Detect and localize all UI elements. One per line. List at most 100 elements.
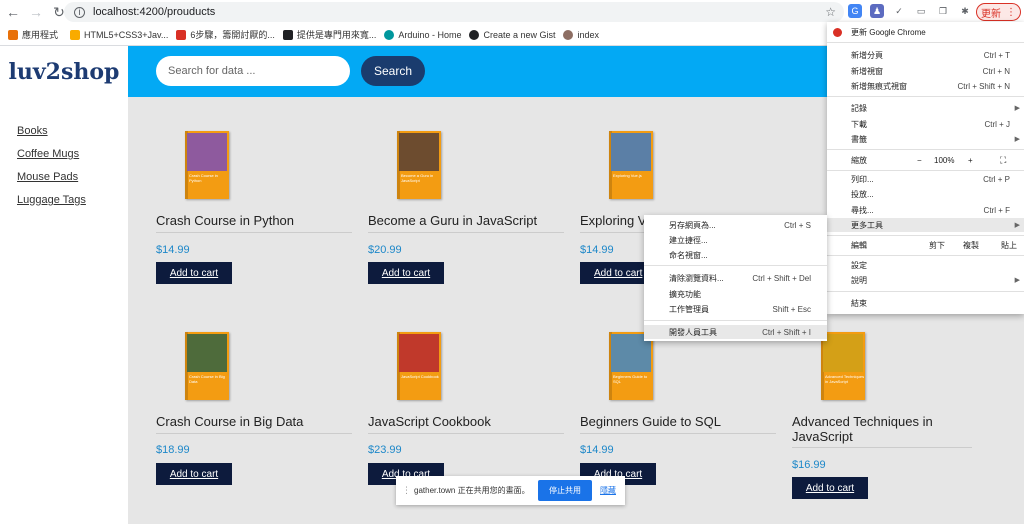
zoom-out-button[interactable]: − (917, 156, 922, 165)
share-status-text: gather.town 正在共用您的畫面。 (414, 486, 530, 495)
address-bar[interactable]: i localhost:4200/prouducts ☆ (64, 2, 844, 22)
menu-item-print[interactable]: 列印... Ctrl + P (827, 172, 1024, 186)
add-to-cart-button[interactable]: Add to cart (580, 262, 644, 284)
bookmark-gist[interactable]: Create a new Gist (469, 29, 555, 40)
product-title[interactable]: Crash Course in Big Data (156, 414, 352, 429)
edit-copy-button[interactable]: 複製 (963, 240, 979, 251)
copy-icon[interactable]: ❐ (936, 4, 950, 18)
menu-item-find[interactable]: 尋找... Ctrl + F (827, 203, 1024, 217)
check-icon[interactable]: ✓ (892, 4, 906, 18)
site-icon (176, 29, 187, 40)
submenu-item-clear-data[interactable]: 清除瀏覽資料... Ctrl + Shift + Del (644, 271, 827, 285)
chevron-right-icon: ▶ (1014, 277, 1020, 284)
menu-item-settings[interactable]: 設定 (827, 258, 1024, 272)
book-cover[interactable]: Beginners Guide to SQL (609, 332, 653, 400)
add-to-cart-button[interactable]: Add to cart (156, 463, 232, 485)
hide-link[interactable]: 隱藏 (600, 485, 616, 496)
more-vert-icon: ⋮ (1006, 6, 1016, 18)
search-input[interactable] (156, 56, 350, 86)
product-price: $16.99 (792, 459, 826, 471)
product-title[interactable]: Advanced Techniques in JavaScript (792, 414, 972, 444)
menu-item-incognito[interactable]: 新增無痕式視窗 Ctrl + Shift + N (827, 79, 1024, 93)
add-to-cart-button[interactable]: Add to cart (792, 477, 868, 499)
back-icon[interactable]: ← (3, 2, 23, 22)
submenu-item-extensions[interactable]: 擴充功能 (644, 287, 827, 301)
drag-handle-icon[interactable]: ⋮ (402, 485, 411, 496)
chevron-right-icon: ▶ (1014, 136, 1020, 143)
menu-item-downloads[interactable]: 下載 Ctrl + J (827, 117, 1024, 131)
more-tools-submenu: 另存網頁為... Ctrl + S 建立捷徑... 命名視窗... 清除瀏覽資料.… (644, 215, 827, 341)
update-label: 更新 (981, 8, 1001, 20)
apps-grid-icon (8, 29, 18, 40)
update-button[interactable]: 更新 ⋮ (976, 3, 1021, 21)
category-sidebar: Books Coffee Mugs Mouse Pads Luggage Tag… (0, 97, 128, 524)
update-alert-icon (833, 27, 842, 37)
translate-icon[interactable]: G (848, 4, 862, 18)
submenu-item-name-window[interactable]: 命名視窗... (644, 248, 827, 262)
bookmark-arduino[interactable]: Arduino - Home (384, 29, 461, 40)
bookmark-apps[interactable]: 應用程式 (8, 28, 58, 41)
chevron-right-icon: ▶ (1014, 105, 1020, 112)
product-price: $20.99 (368, 244, 402, 256)
menu-item-history[interactable]: 記錄 ▶ (827, 101, 1024, 115)
edit-cut-button[interactable]: 剪下 (929, 240, 945, 251)
book-cover[interactable]: Exploring Vue.js (609, 131, 653, 199)
search-button[interactable]: Search (361, 56, 425, 86)
bookmark-6steps[interactable]: 6步驟，籌開討厭的... (176, 28, 275, 41)
url-text: localhost:4200/prouducts (93, 6, 216, 18)
menu-item-cast[interactable]: 投放... (827, 187, 1024, 201)
book-cover[interactable]: Crash Course in Python (185, 131, 229, 199)
bookmark-html5[interactable]: HTML5+CSS3+Jav... (70, 29, 168, 40)
github-icon (469, 29, 480, 40)
edit-paste-button[interactable]: 貼上 (1001, 240, 1017, 251)
menu-item-more-tools[interactable]: 更多工具 ▶ (827, 218, 1024, 232)
menu-item-edit: 編輯 剪下 複製 貼上 (851, 240, 1017, 251)
site-info-icon[interactable]: i (74, 6, 85, 18)
chevron-right-icon: ▶ (1014, 222, 1020, 229)
book-cover[interactable]: Crash Course in Big Data (185, 332, 229, 400)
menu-item-bookmarks[interactable]: 書籤 ▶ (827, 132, 1024, 146)
category-link-books[interactable]: Books (17, 125, 48, 137)
stop-sharing-button[interactable]: 停止共用 (538, 480, 592, 501)
category-link-coffee-mugs[interactable]: Coffee Mugs (17, 148, 79, 160)
bookmark-star-icon[interactable]: ☆ (825, 5, 836, 19)
product-price: $14.99 (580, 244, 614, 256)
product-price: $14.99 (156, 244, 190, 256)
chrome-main-menu: 更新 Google Chrome 新增分頁 Ctrl + T 新增視窗 Ctrl +… (827, 22, 1024, 314)
menu-item-new-tab[interactable]: 新增分頁 Ctrl + T (827, 48, 1024, 62)
menu-item-help[interactable]: 說明 ▶ (827, 273, 1024, 287)
cast-icon[interactable]: ▭ (914, 4, 928, 18)
extensions-row: G ♟ ✓ ▭ ❐ ✱ T (848, 3, 996, 19)
bookmark-index[interactable]: index (563, 29, 599, 40)
product-title[interactable]: JavaScript Cookbook (368, 414, 564, 429)
site-icon (282, 29, 293, 40)
submenu-item-task-manager[interactable]: 工作管理員 Shift + Esc (644, 302, 827, 316)
product-price: $18.99 (156, 444, 190, 456)
menu-item-new-window[interactable]: 新增視窗 Ctrl + N (827, 64, 1024, 78)
product-title[interactable]: Exploring V (580, 213, 644, 228)
puzzle-icon[interactable]: ✱ (958, 4, 972, 18)
category-link-luggage-tags[interactable]: Luggage Tags (17, 194, 86, 206)
screen-share-bar: ⋮ gather.town 正在共用您的畫面。 停止共用 隱藏 (396, 476, 625, 505)
submenu-item-create-shortcut[interactable]: 建立捷徑... (644, 233, 827, 247)
add-to-cart-button[interactable]: Add to cart (368, 262, 444, 284)
people-icon[interactable]: ♟ (870, 4, 884, 18)
book-cover[interactable]: Become a Guru in JavaScript (397, 131, 441, 199)
bookmark-site[interactable]: 提供是專門用來寬... (282, 28, 376, 41)
book-cover[interactable]: Advanced Techniques in JavaScript (821, 332, 865, 400)
add-to-cart-button[interactable]: Add to cart (156, 262, 232, 284)
book-cover[interactable]: JavaScript Cookbook (397, 332, 441, 400)
logo[interactable]: luv2shop (0, 46, 128, 97)
product-title[interactable]: Beginners Guide to SQL (580, 414, 776, 429)
forward-icon[interactable]: → (26, 2, 46, 22)
menu-item-exit[interactable]: 結束 (827, 296, 1024, 310)
menu-item-update-chrome[interactable]: 更新 Google Chrome (827, 25, 1024, 39)
fullscreen-icon[interactable]: ⛶ (1000, 155, 1006, 166)
product-title[interactable]: Crash Course in Python (156, 213, 352, 228)
product-title[interactable]: Become a Guru in JavaScript (368, 213, 564, 228)
category-link-mouse-pads[interactable]: Mouse Pads (17, 171, 78, 183)
zoom-in-button[interactable]: + (968, 156, 973, 165)
submenu-item-devtools[interactable]: 開發人員工具 Ctrl + Shift + I (644, 325, 827, 339)
zoom-value: 100% (934, 155, 955, 165)
submenu-item-save-page[interactable]: 另存網頁為... Ctrl + S (644, 218, 827, 232)
